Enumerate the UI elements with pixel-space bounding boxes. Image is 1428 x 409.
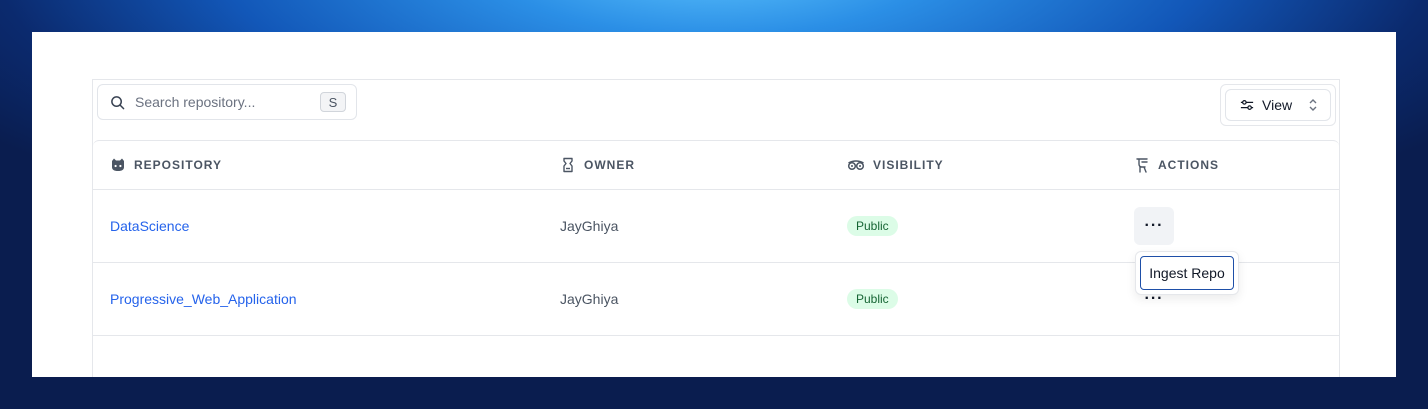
repository-panel: S View <box>92 79 1340 377</box>
github-icon <box>112 158 124 171</box>
actions-dropdown-menu: Ingest Repo <box>1135 251 1239 295</box>
row-actions-button[interactable]: ··· <box>1134 207 1174 245</box>
ingest-repo-menu-item[interactable]: Ingest Repo <box>1140 256 1234 290</box>
column-header-label: ACTIONS <box>1158 158 1219 172</box>
repository-link[interactable]: Progressive_Web_Application <box>110 291 297 307</box>
visibility-badge: Public <box>847 216 898 236</box>
owner-icon <box>563 157 573 173</box>
sliders-icon <box>1240 100 1254 110</box>
owner-name: JayGhiya <box>560 218 619 234</box>
column-header-label: REPOSITORY <box>134 158 223 172</box>
owner-name: JayGhiya <box>560 291 619 307</box>
column-header-label: VISIBILITY <box>873 158 944 172</box>
column-header-owner[interactable]: OWNER <box>560 141 635 189</box>
search-icon <box>111 95 125 109</box>
view-options-button[interactable]: View <box>1225 89 1331 121</box>
search-input[interactable] <box>135 94 305 110</box>
actions-icon <box>1136 158 1148 173</box>
search-box[interactable]: S <box>97 84 357 120</box>
visibility-icon <box>847 160 865 171</box>
chevron-updown-icon <box>1309 99 1317 111</box>
view-options-label: View <box>1262 97 1293 113</box>
visibility-badge: Public <box>847 289 898 309</box>
view-options-wrapper: View <box>1220 84 1336 126</box>
column-header-visibility[interactable]: VISIBILITY <box>847 141 944 189</box>
repository-link[interactable]: DataScience <box>110 218 189 234</box>
column-header-actions[interactable]: ACTIONS <box>1134 141 1219 189</box>
repository-table: REPOSITORY OWNER VISIBILITY ACTIONS Data… <box>93 140 1339 336</box>
table-header-row: REPOSITORY OWNER VISIBILITY ACTIONS <box>93 141 1339 190</box>
content-card: S View <box>32 32 1396 377</box>
column-header-repository[interactable]: REPOSITORY <box>110 141 222 189</box>
search-shortcut-badge: S <box>320 92 346 112</box>
column-header-label: OWNER <box>584 158 635 172</box>
